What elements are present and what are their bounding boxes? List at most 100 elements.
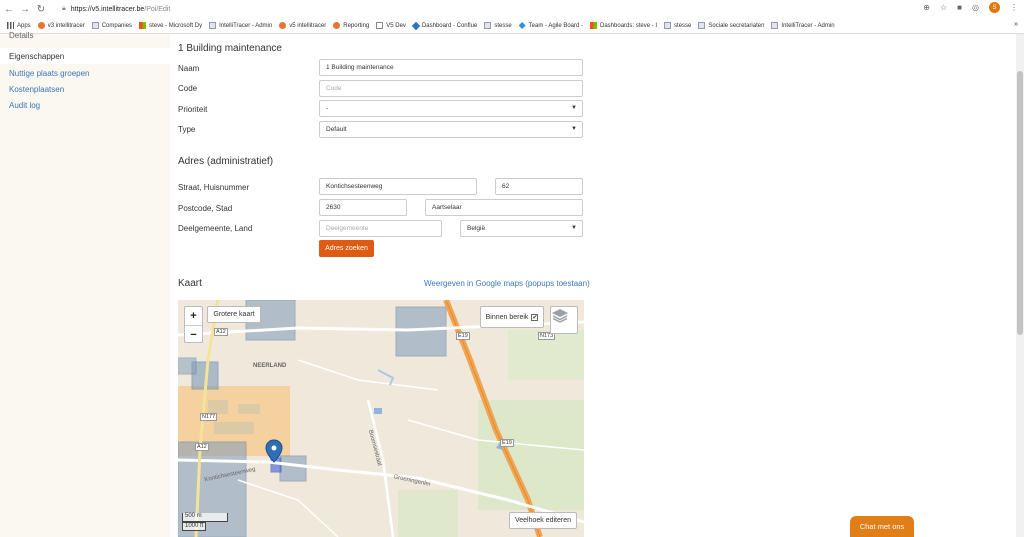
microsoft-icon — [590, 22, 598, 29]
bookmark-item[interactable]: Team - Agile Board - — [518, 22, 583, 29]
bookmark-label: stesse — [674, 22, 692, 29]
chat-button[interactable]: Chat met ons — [850, 516, 914, 537]
avatar[interactable]: S — [989, 2, 1000, 13]
prioriteit-select[interactable]: - ▼ — [319, 100, 583, 117]
straat-input[interactable]: Kontichsesteenweg — [319, 178, 477, 195]
deelgemeente-input[interactable]: Deelgemeente — [319, 220, 442, 237]
back-icon[interactable]: ← — [2, 2, 16, 16]
adres-zoeken-button[interactable]: Adres zoeken — [319, 240, 374, 257]
bookmark-label: IntelliTracer - Admin — [219, 22, 273, 29]
postcode-input[interactable]: 2630 — [319, 199, 407, 216]
zoom-out-button[interactable]: − — [185, 325, 202, 343]
stad-input[interactable]: Aartselaar — [425, 199, 583, 216]
bookmark-item[interactable]: stesse — [484, 22, 512, 29]
reload-icon[interactable]: ↻ — [34, 2, 48, 16]
bookmark-label: v3 intellitracer — [47, 22, 85, 29]
huisnummer-input[interactable]: 62 — [495, 178, 583, 195]
bookmark-item[interactable]: Sociale secretariaten — [698, 22, 764, 29]
forward-icon[interactable]: → — [18, 2, 32, 16]
sidebar-heading: Details — [9, 31, 34, 40]
map[interactable]: NEERLAND A12 A12 N177 N173 E19 E19 Konti… — [178, 300, 584, 537]
microsoft-icon — [139, 22, 147, 29]
map-scale: 500 m 1000 ft — [182, 513, 228, 531]
bookmark-item[interactable]: Reporting — [333, 22, 369, 29]
land-select[interactable]: België ▼ — [460, 220, 583, 237]
bookmark-item[interactable]: V5 Dev — [376, 22, 406, 29]
code-input[interactable]: Code — [319, 80, 583, 97]
apps-icon — [7, 22, 14, 29]
bookmark-label: Companies — [101, 22, 133, 29]
menu-icon[interactable]: ⋮ — [1010, 3, 1018, 12]
postcode-label: Postcode, Stad — [178, 204, 233, 213]
scrollbar-thumb[interactable] — [1017, 71, 1023, 335]
bookmark-item[interactable]: IntelliTracer - Admin — [209, 22, 272, 29]
page: Details Eigenschappen Nuttige plaats gro… — [0, 31, 1024, 537]
bookmark-label: v5 intellitracer — [289, 22, 327, 29]
map-label-e19: E19 — [456, 332, 470, 340]
browser-toolbar: ← → ↻ 🔒︎ https://v5.intellitracer.be/Poi… — [0, 0, 1024, 18]
form-title: 1 Building maintenance — [178, 43, 282, 54]
sidebar-item-label: Eigenschappen — [9, 51, 65, 61]
sidebar: Details Eigenschappen Nuttige plaats gro… — [0, 31, 170, 537]
edit-polygon-button[interactable]: Veelhoek editeren — [509, 512, 577, 529]
layers-button[interactable] — [550, 306, 578, 334]
bigger-map-button[interactable]: Grotere kaart — [207, 306, 261, 323]
lock-icon: 🔒︎ — [62, 5, 66, 12]
bookmark-item[interactable]: steve - Microsoft Dy — [139, 22, 202, 29]
bookmark-label: Apps — [17, 22, 31, 29]
v5-icon — [279, 22, 287, 29]
sidebar-item-audit-log[interactable]: Audit log — [0, 97, 170, 113]
sidebar-item-eigenschappen[interactable]: Eigenschappen — [0, 48, 170, 64]
page-icon — [91, 22, 99, 29]
map-label-a12: A12 — [214, 328, 228, 336]
layers-icon — [552, 309, 568, 323]
page-icon — [698, 22, 706, 29]
document-icon — [376, 22, 384, 29]
sidebar-item-kostenplaatsen[interactable]: Kostenplaatsen — [0, 81, 170, 97]
bookmark-item[interactable]: IntelliTracer - Admin — [771, 22, 835, 29]
url-host: https://v5.intellitracer.be — [70, 5, 145, 13]
extension-circle-icon[interactable]: ◎ — [972, 3, 979, 12]
bookmark-label: IntelliTracer - Admin — [781, 22, 835, 29]
zoom-icon[interactable]: ⊕ — [923, 3, 930, 12]
bookmark-item[interactable]: Dashboards: steve - I — [590, 22, 657, 29]
google-maps-link[interactable]: Weergeven in Google maps (popups toestaa… — [424, 279, 590, 288]
bookmark-item[interactable]: Apps — [7, 22, 31, 29]
reporting-icon — [333, 22, 341, 29]
map-label-e19: E19 — [500, 439, 514, 447]
bookmarks-bar: Apps v3 intellitracer Companies steve - Mic… — [0, 18, 1024, 34]
sidebar-item-nuttige-plaats-groepen[interactable]: Nuttige plaats groepen — [0, 65, 170, 81]
address-bar[interactable]: 🔒︎ https://v5.intellitracer.be/Poi/Edit — [62, 3, 922, 15]
straat-label: Straat, Huisnummer — [178, 183, 250, 192]
chevron-down-icon: ▼ — [571, 225, 577, 231]
extension-icon[interactable]: ■ — [957, 3, 962, 12]
within-range-checkbox[interactable]: ✔ — [531, 313, 539, 321]
jira-icon — [518, 22, 526, 29]
bookmark-label: Dashboards: steve - I — [600, 22, 658, 29]
naam-input[interactable]: 1 Building maintenance — [319, 59, 583, 76]
bookmark-item[interactable]: Companies — [91, 22, 133, 29]
prioriteit-label: Prioriteit — [178, 105, 208, 114]
bookmark-item[interactable]: v3 intellitracer — [37, 22, 85, 29]
bookmark-label: Reporting — [343, 22, 370, 29]
within-range-toggle[interactable]: Binnen bereik ✔ — [480, 306, 544, 328]
confluence-icon — [411, 21, 421, 30]
bookmark-item[interactable]: stesse — [664, 22, 691, 29]
type-select[interactable]: Default ▼ — [319, 121, 583, 138]
bookmark-label: steve - Microsoft Dy — [149, 22, 203, 29]
bookmark-label: Sociale secretariaten — [708, 22, 765, 29]
prioriteit-value: - — [326, 105, 329, 112]
bookmark-item[interactable]: Dashboard - Conflue — [411, 21, 478, 30]
scale-meters: 500 m — [182, 513, 228, 522]
naam-label: Naam — [178, 64, 200, 73]
zoom-in-button[interactable]: + — [185, 307, 202, 325]
star-icon[interactable]: ☆ — [940, 3, 947, 12]
more-bookmarks-icon[interactable]: » — [1014, 21, 1018, 28]
chevron-down-icon: ▼ — [571, 126, 577, 132]
map-label-n177: N177 — [200, 413, 218, 421]
bookmark-label: V5 Dev — [386, 22, 406, 29]
page-scrollbar[interactable] — [1016, 34, 1024, 537]
bookmark-item[interactable]: v5 intellitracer — [279, 22, 326, 29]
bookmark-label: Dashboard - Conflue — [421, 22, 478, 29]
map-title: Kaart — [178, 278, 202, 289]
